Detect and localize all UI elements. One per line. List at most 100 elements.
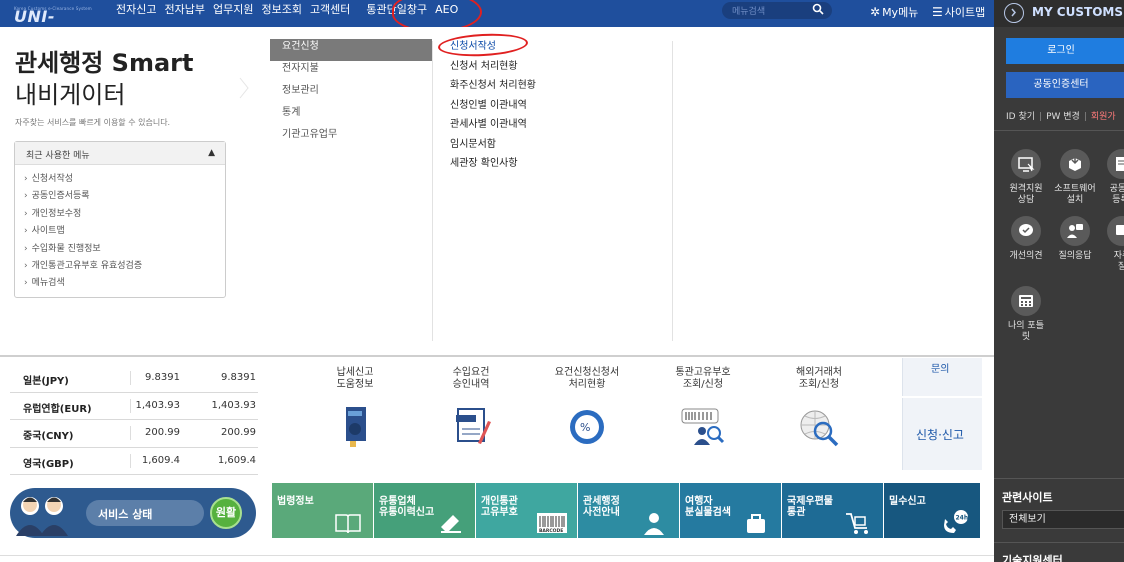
rate-value: 9.8391: [145, 372, 180, 383]
tile-lost-items[interactable]: 여행자 분실물검색: [680, 483, 781, 538]
recent-menu-header[interactable]: 최근 사용한 메뉴 ▲: [15, 142, 225, 165]
inquiry-card-label: 문의: [931, 364, 950, 375]
my-menu-label: My메뉴: [882, 6, 919, 19]
tile-personal-customs-code[interactable]: 개인통관 고유부호 BARCODE: [476, 483, 577, 538]
hamburger-icon: ☰: [932, 5, 943, 19]
recent-menu-item[interactable]: 메뉴검색: [24, 275, 225, 292]
account-links: ID 찾기 | PW 변경 | 회원가: [1006, 112, 1116, 122]
panel-divider: [994, 130, 1124, 131]
tile-title: 여행자 분실물검색: [685, 496, 731, 518]
quick-service-import-approval[interactable]: 수입요건 승인내역: [416, 367, 526, 452]
column-divider: [672, 41, 673, 341]
related-sites-select[interactable]: 전체보기: [1002, 510, 1124, 529]
menu-search-input[interactable]: 메뉴검색: [722, 2, 832, 19]
application-filing-card[interactable]: 신청·신고: [902, 398, 982, 470]
category-agency-tasks[interactable]: 기관고유업무: [270, 127, 432, 149]
id-find-link[interactable]: ID 찾기: [1006, 112, 1035, 122]
recent-menu-list: 신청서작성 공동인증서등록 개인정보수정 사이트맵 수입화물 진행정보 개인통관…: [15, 165, 225, 293]
quick-service-tax-help[interactable]: 납세신고 도움정보: [300, 367, 410, 452]
badge-24h: 24h: [956, 515, 969, 522]
page-divider: [0, 555, 994, 556]
cert-register-button[interactable]: 공동인 등록/: [1100, 149, 1124, 206]
eraser-icon: [441, 515, 461, 533]
column-divider: [432, 41, 433, 341]
table-row: 영국(GBP) 1,609.4 1,609.4: [10, 448, 258, 475]
quick-service-overseas-partner[interactable]: 해외거래처 조회/신청: [764, 367, 874, 452]
sitemap-button[interactable]: ☰ 사이트맵: [932, 4, 985, 20]
recent-menu-item[interactable]: 개인정보수정: [24, 206, 225, 223]
recent-menu-item[interactable]: 사이트맵: [24, 223, 225, 240]
tile-title: 관세행정 사전안내: [583, 496, 620, 518]
nav-item-info-lookup[interactable]: 정보조회: [257, 0, 305, 27]
subitem-owner-application-status[interactable]: 화주신청서 처리현황: [450, 79, 536, 99]
nav-item-business-support[interactable]: 업무지원: [209, 0, 257, 27]
help-book-icon: [346, 407, 366, 447]
subitem-list: 신청서작성 신청서 처리현황 화주신청서 처리현황 신청인별 이관내역 관세사별…: [450, 40, 536, 177]
pw-change-link[interactable]: PW 변경: [1046, 112, 1080, 122]
software-install-button[interactable]: 소프트웨어 설치: [1053, 149, 1097, 206]
login-button[interactable]: 로그인: [1006, 38, 1124, 64]
barcode-text: BARCODE: [539, 528, 563, 534]
rate-value: 200.99: [145, 427, 180, 438]
qa-icon: [1060, 216, 1090, 246]
tile-title: 유통업체 유통이력신고: [379, 496, 435, 518]
subitem-applicant-transfer[interactable]: 신청인별 이관내역: [450, 99, 536, 119]
category-list: 요건신청 전자지불 정보관리 통계 기관고유업무: [270, 39, 432, 149]
search-icon[interactable]: [812, 3, 824, 15]
phone-24h-icon: 24h: [944, 510, 969, 533]
register-link[interactable]: 회원가: [1091, 112, 1116, 122]
nav-item-customer-center[interactable]: 고객센터: [306, 0, 354, 27]
quick-service-title: 요건신청신청서 처리현황: [554, 367, 620, 390]
qa-button[interactable]: 질의응답: [1053, 216, 1097, 262]
barcode-icon: BARCODE: [537, 513, 567, 534]
my-portlet-label: 나의 포틀 릿: [1008, 321, 1044, 342]
nav-item-electronic-payment[interactable]: 전자납부: [160, 0, 208, 27]
category-requirement-application[interactable]: 요건신청: [270, 39, 432, 61]
quick-service-requirement-status[interactable]: 요건신청신청서 처리현황 %: [532, 367, 642, 452]
currency-name: 중국(CNY): [23, 431, 74, 442]
tile-title: 법령정보: [277, 496, 314, 507]
my-portlet-button[interactable]: 나의 포틀 릿: [1004, 286, 1048, 343]
quick-service-customs-code[interactable]: 통관고유부호 조회/신청: [648, 367, 758, 452]
category-electronic-payment[interactable]: 전자지불: [270, 61, 432, 83]
category-statistics[interactable]: 통계: [270, 105, 432, 127]
book-icon: [335, 514, 361, 534]
person-icon: [644, 513, 664, 535]
tile-smuggling-report[interactable]: 밀수신고 24h: [884, 483, 980, 538]
nav-item-electronic-filing[interactable]: 전자신고: [112, 0, 160, 27]
tile-legal-info[interactable]: 법령정보: [272, 483, 373, 538]
rate-value: 9.8391: [221, 372, 256, 383]
subitem-temp-docs[interactable]: 임시문서함: [450, 138, 536, 158]
tile-distribution-report[interactable]: 유통업체 유통이력신고: [374, 483, 475, 538]
subitem-broker-transfer[interactable]: 관세사별 이관내역: [450, 118, 536, 138]
navigator-description: 자주찾는 서비스를 빠르게 이용할 수 있습니다.: [15, 118, 171, 127]
faq-button[interactable]: 자주 질: [1100, 216, 1124, 273]
unipass-logo[interactable]: Korea Customs e-Clearance System UNI-PAS…: [12, 2, 92, 45]
tile-customs-guide[interactable]: 관세행정 사전안내: [578, 483, 679, 538]
improvement-opinion-button[interactable]: 개선의견: [1004, 216, 1048, 262]
recent-menu-item[interactable]: 수입화물 진행정보: [24, 241, 225, 258]
recent-menu-item[interactable]: 신청서작성: [24, 171, 225, 188]
faq-icon: [1107, 216, 1124, 246]
inquiry-card[interactable]: 문의: [902, 358, 982, 396]
tile-title: 밀수신고: [889, 496, 926, 507]
category-info-management[interactable]: 정보관리: [270, 83, 432, 105]
table-row: 일본(JPY) 9.8391 9.8391: [10, 365, 258, 393]
chevron-up-icon[interactable]: ▲: [208, 148, 215, 158]
barcode-person-icon: [681, 408, 725, 445]
my-customs-header[interactable]: MY CUSTOMS: [994, 0, 1124, 27]
tile-international-mail[interactable]: 국제우편물 통관: [782, 483, 883, 538]
faq-label: 자주 질: [1113, 251, 1124, 272]
qa-label: 질의응답: [1058, 251, 1092, 261]
recent-menu-item[interactable]: 공동인증서등록: [24, 188, 225, 205]
quick-service-title: 납세신고 도움정보: [336, 367, 374, 390]
improvement-opinion-label: 개선의견: [1009, 251, 1043, 261]
remote-support-button[interactable]: 원격지원 상담: [1004, 149, 1048, 206]
recent-menu-item[interactable]: 개인통관고유부호 유효성검증: [24, 258, 225, 275]
subitem-application-status[interactable]: 신청서 처리현황: [450, 60, 536, 80]
rate-value: 1,609.4: [217, 454, 256, 466]
my-menu-button[interactable]: ✲ My메뉴: [870, 4, 918, 20]
currency-name: 유럽연합(EUR): [23, 403, 92, 415]
cert-center-button[interactable]: 공동인증센터: [1006, 72, 1124, 98]
subitem-customs-check[interactable]: 세관장 확인사항: [450, 157, 536, 177]
